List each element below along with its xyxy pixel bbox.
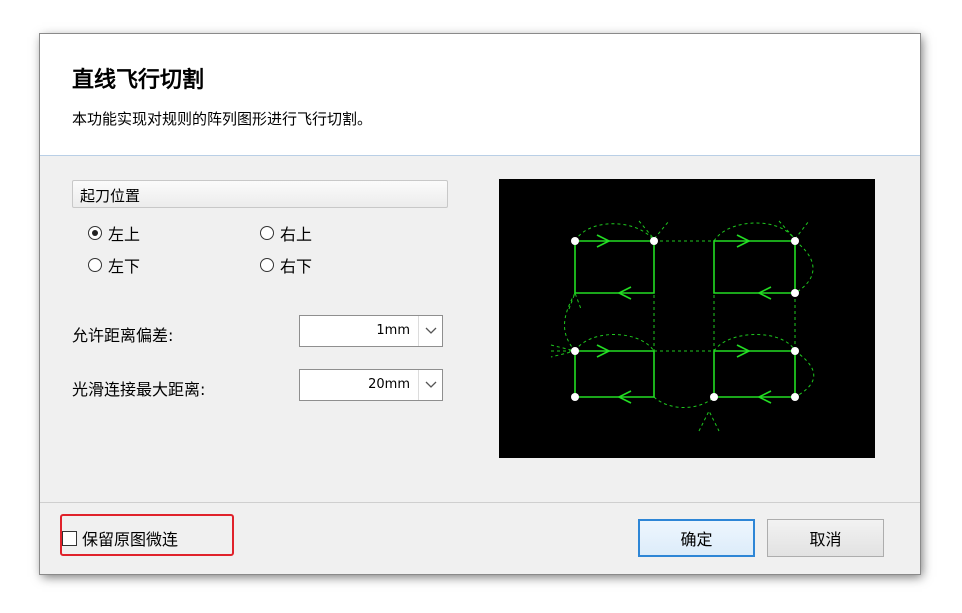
start-position-group-header: 起刀位置 (72, 180, 448, 208)
flying-cut-dialog: 直线飞行切割 本功能实现对规则的阵列图形进行飞行切割。 起刀位置 左上 右上 左… (40, 34, 920, 574)
radio-top-left-label: 左上 (108, 225, 141, 244)
start-points (571, 237, 799, 401)
radio-checked-indicator (88, 226, 102, 240)
radio-top-right[interactable]: 右上 (260, 221, 312, 245)
start-position-header-label: 起刀位置 (80, 187, 141, 205)
checkbox-icon[interactable] (62, 530, 77, 546)
radio-bottom-right-label: 右下 (280, 257, 313, 276)
tolerance-combobox[interactable]: 1mm (299, 315, 443, 347)
chevron-down-icon[interactable] (418, 370, 442, 400)
smooth-distance-value: 20mm (368, 377, 410, 392)
keep-microjoint-checkbox[interactable]: 保留原图微连 (62, 526, 178, 550)
radio-bottom-left-label: 左下 (108, 257, 141, 276)
footer-separator (40, 502, 920, 503)
dialog-subtitle: 本功能实现对规则的阵列图形进行飞行切割。 (72, 110, 373, 128)
radio-unchecked-indicator (88, 258, 102, 272)
cut-paths (574, 234, 796, 404)
radio-bottom-left[interactable]: 左下 (88, 253, 140, 277)
tolerance-value: 1mm (376, 323, 410, 338)
radio-top-right-label: 右上 (280, 225, 313, 244)
smooth-distance-combobox[interactable]: 20mm (299, 369, 443, 401)
tolerance-label: 允许距离偏差: (72, 326, 174, 345)
ok-button[interactable]: 确定 (638, 519, 755, 557)
dialog-header: 直线飞行切割 本功能实现对规则的阵列图形进行飞行切割。 (40, 34, 920, 156)
keep-microjoint-label: 保留原图微连 (82, 530, 179, 549)
radio-bottom-right[interactable]: 右下 (260, 253, 312, 277)
cancel-button[interactable]: 取消 (767, 519, 884, 557)
radio-unchecked-indicator (260, 258, 274, 272)
smooth-distance-label: 光滑连接最大距离: (72, 380, 206, 399)
radio-unchecked-indicator (260, 226, 274, 240)
radio-top-left[interactable]: 左上 (88, 221, 140, 245)
cut-path-preview (499, 179, 875, 458)
travel-paths (550, 220, 815, 432)
dialog-title: 直线飞行切割 (72, 68, 205, 93)
chevron-down-icon[interactable] (418, 316, 442, 346)
